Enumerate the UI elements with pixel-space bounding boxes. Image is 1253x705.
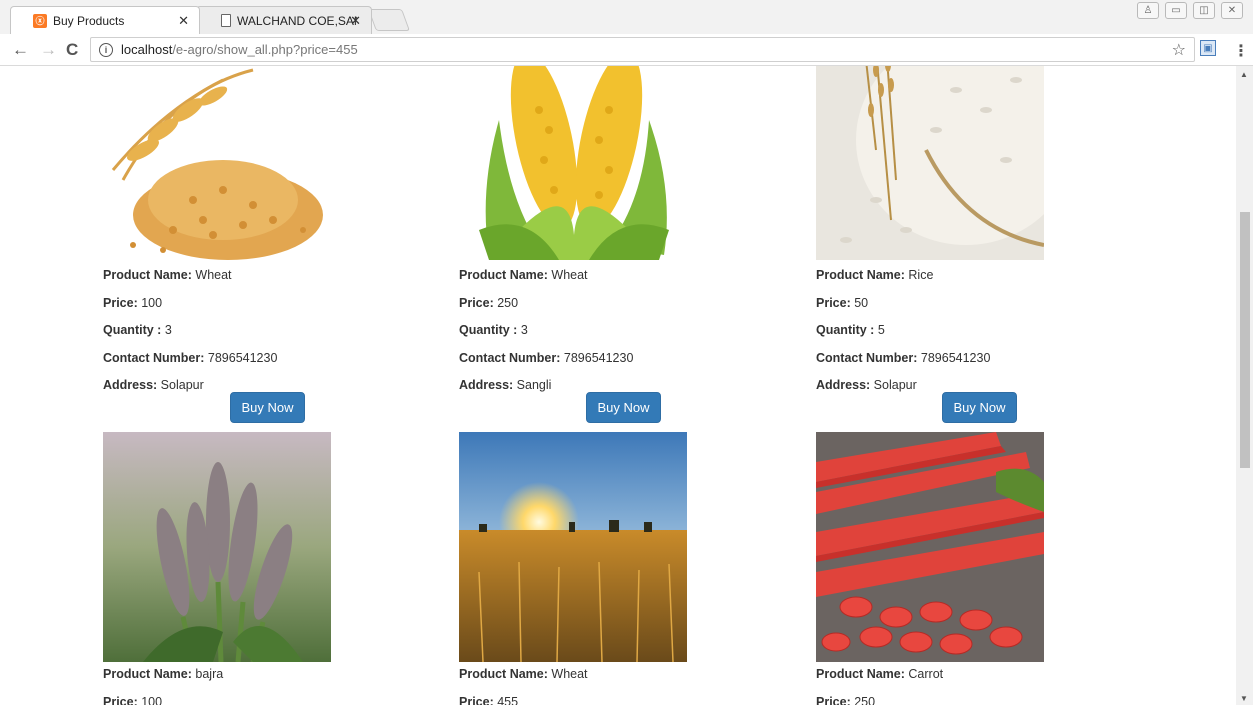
- price-value: 250: [854, 694, 876, 705]
- product-name-value: Carrot: [908, 667, 944, 681]
- address-value: Solapur: [160, 378, 204, 392]
- contact-value: 7896541230: [207, 350, 278, 365]
- document-icon: [221, 14, 231, 27]
- info-icon[interactable]: i: [99, 42, 113, 57]
- address-value: Sangli: [516, 378, 552, 392]
- price-value: 50: [854, 295, 869, 310]
- bajra-image: [103, 432, 331, 662]
- reload-icon[interactable]: C: [66, 40, 78, 60]
- contact-value: 7896541230: [920, 350, 991, 365]
- price-label: Price:: [459, 295, 494, 310]
- scrollbar-thumb[interactable]: [1240, 212, 1250, 468]
- address-label: Address:: [459, 378, 514, 392]
- forward-arrow-icon[interactable]: →: [40, 40, 57, 60]
- price-label: Price:: [103, 694, 138, 705]
- address-label: Address:: [816, 378, 871, 392]
- extension-icon[interactable]: ▣: [1200, 40, 1216, 56]
- price-value: 100: [141, 295, 163, 310]
- price-label: Price:: [103, 295, 138, 310]
- menu-icon[interactable]: ⋮: [1233, 41, 1249, 61]
- quantity-value: 5: [877, 323, 885, 337]
- price-value: 250: [497, 295, 519, 310]
- tab-walchand[interactable]: WALCHAND COE,SANGL ✕: [196, 6, 372, 34]
- product-name-label: Product Name:: [103, 268, 192, 282]
- wheat-field-sunset-image: [459, 432, 687, 662]
- rice-image: [816, 66, 1044, 260]
- product-name-label: Product Name:: [459, 667, 548, 681]
- contact-value: 7896541230: [563, 350, 634, 365]
- product-name-label: Product Name:: [459, 268, 548, 282]
- xampp-icon: ⓧ: [33, 13, 47, 28]
- user-icon[interactable]: ♙: [1137, 2, 1159, 19]
- product-card: Product Name: Wheat Price: 250 Quantity …: [459, 66, 759, 404]
- close-tab-icon[interactable]: ✕: [350, 13, 361, 29]
- buy-now-button[interactable]: Buy Now: [942, 392, 1017, 423]
- bookmark-star-icon[interactable]: ☆: [1172, 40, 1186, 60]
- browser-tab-bar: ⓧ Buy Products ✕ WALCHAND COE,SANGL ✕ ♙ …: [0, 0, 1253, 34]
- tab-title: Buy Products: [53, 13, 125, 28]
- price-value: 455: [497, 694, 519, 705]
- product-card: Product Name: Wheat Price: 100 Quantity …: [103, 66, 403, 404]
- browser-toolbar: ← → C i localhost/e-agro/show_all.php?pr…: [0, 34, 1253, 66]
- product-name-value: Wheat: [551, 667, 588, 681]
- quantity-label: Quantity :: [816, 323, 875, 337]
- page-content: Product Name: Wheat Price: 100 Quantity …: [0, 66, 1236, 705]
- price-label: Price:: [816, 694, 851, 705]
- corn-image: [459, 66, 687, 260]
- product-card: Product Name: Carrot Price: 250: [816, 432, 1116, 705]
- contact-label: Contact Number:: [459, 350, 561, 365]
- address-label: Address:: [103, 378, 158, 392]
- quantity-value: 3: [520, 323, 528, 337]
- product-card: Product Name: Wheat Price: 455: [459, 432, 759, 705]
- product-card: Product Name: bajra Price: 100: [103, 432, 403, 705]
- new-tab-button[interactable]: [367, 9, 411, 31]
- close-tab-icon[interactable]: ✕: [178, 13, 189, 29]
- price-label: Price:: [459, 694, 494, 705]
- maximize-button[interactable]: ◫: [1193, 2, 1215, 19]
- close-window-button[interactable]: ✕: [1221, 2, 1243, 19]
- minimize-button[interactable]: ▭: [1165, 2, 1187, 19]
- quantity-value: 3: [164, 323, 172, 337]
- url-path: /e-agro/show_all.php?price=455: [172, 42, 358, 57]
- window-controls: ♙ ▭ ◫ ✕: [1137, 2, 1243, 19]
- product-name-value: bajra: [195, 667, 224, 681]
- quantity-label: Quantity :: [459, 323, 518, 337]
- back-arrow-icon[interactable]: ←: [12, 40, 29, 60]
- product-name-label: Product Name:: [816, 667, 905, 681]
- product-name-label: Product Name:: [816, 268, 905, 282]
- tab-buy-products[interactable]: ⓧ Buy Products ✕: [10, 6, 200, 34]
- product-card: Product Name: Rice Price: 50 Quantity : …: [816, 66, 1116, 404]
- quantity-label: Quantity :: [103, 323, 162, 337]
- buy-now-button[interactable]: Buy Now: [586, 392, 661, 423]
- tab-title: WALCHAND COE,SANGL: [237, 13, 357, 28]
- scroll-down-arrow-icon[interactable]: ▼: [1240, 694, 1248, 703]
- contact-label: Contact Number:: [103, 350, 205, 365]
- wheat-grain-image: [103, 66, 331, 260]
- contact-label: Contact Number:: [816, 350, 918, 365]
- carrot-image: [816, 432, 1044, 662]
- product-name-label: Product Name:: [103, 667, 192, 681]
- product-name-value: Wheat: [195, 268, 232, 282]
- price-value: 100: [141, 694, 163, 705]
- buy-now-button[interactable]: Buy Now: [230, 392, 305, 423]
- scroll-up-arrow-icon[interactable]: ▲: [1240, 70, 1248, 79]
- product-name-value: Wheat: [551, 268, 588, 282]
- address-bar[interactable]: i localhost/e-agro/show_all.php?price=45…: [90, 37, 1195, 62]
- url-host: localhost: [121, 42, 173, 57]
- price-label: Price:: [816, 295, 851, 310]
- product-name-value: Rice: [908, 268, 934, 282]
- address-value: Solapur: [873, 378, 917, 392]
